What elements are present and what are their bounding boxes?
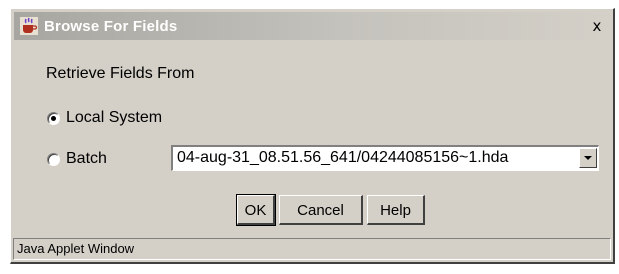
batch-select[interactable]: 04-aug-31_08.51.56_641/04244085156~1.hda [171,145,599,171]
java-coffee-icon [20,17,38,35]
batch-option[interactable]: Batch [47,150,107,168]
close-button[interactable]: x [588,17,606,35]
title-bar[interactable]: Browse For Fields x [14,12,610,40]
local-system-option[interactable]: Local System [47,109,162,127]
help-button[interactable]: Help [367,195,425,225]
status-bar: Java Applet Window [13,238,611,260]
batch-select-value: 04-aug-31_08.51.56_641/04244085156~1.hda [177,149,509,166]
chevron-down-icon[interactable] [579,148,597,168]
browse-for-fields-dialog: Browse For Fields x Retrieve Fields From… [10,8,615,264]
ok-button[interactable]: OK [236,194,276,226]
status-text: Java Applet Window [17,241,135,256]
local-system-label: Local System [66,109,163,126]
retrieve-fields-label: Retrieve Fields From [46,65,195,82]
local-system-radio[interactable] [47,111,60,125]
cancel-button[interactable]: Cancel [279,195,363,225]
batch-radio[interactable] [47,152,60,166]
batch-label: Batch [66,150,107,167]
window-title: Browse For Fields [44,18,178,35]
